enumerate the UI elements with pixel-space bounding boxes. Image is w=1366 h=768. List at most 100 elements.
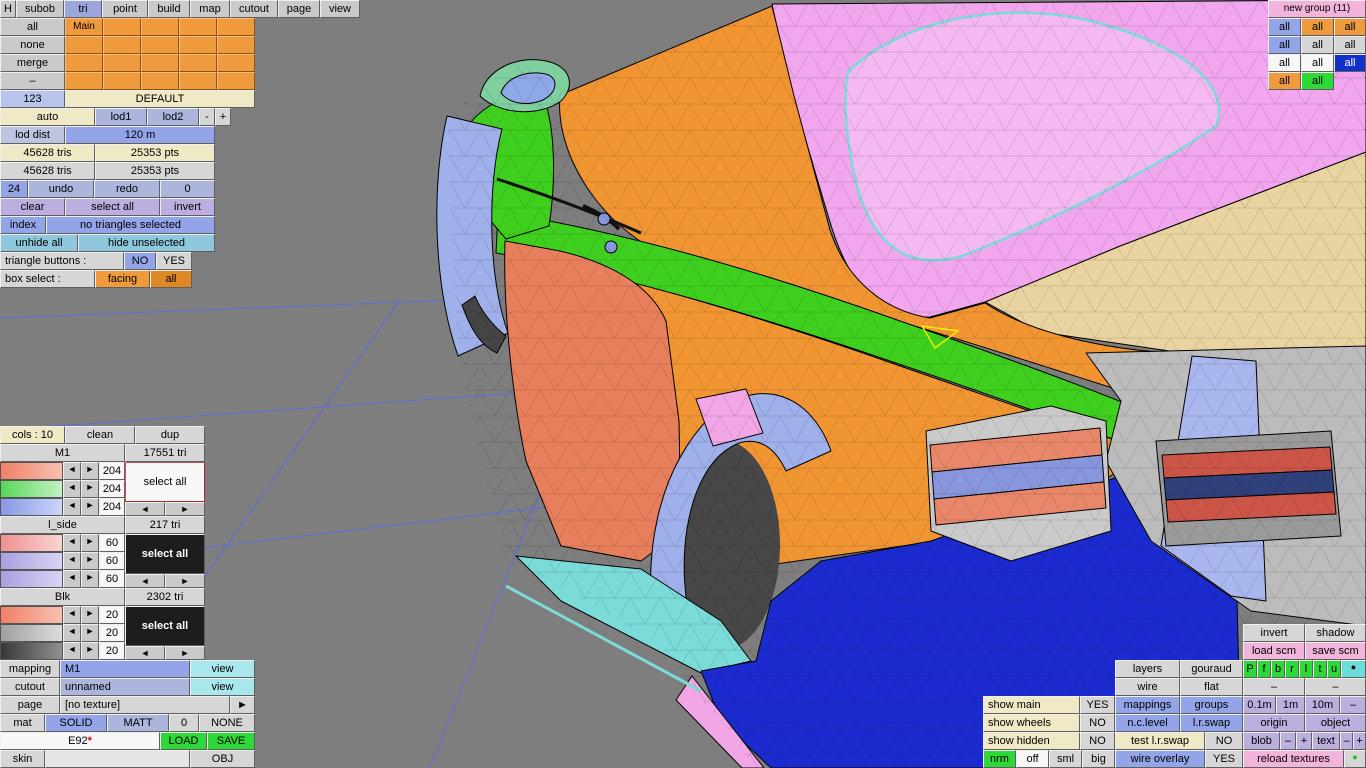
group-grid-cell[interactable]: [141, 54, 179, 72]
proj-letter-button[interactable]: l: [1299, 660, 1313, 678]
triangle-buttons-yes[interactable]: YES: [156, 252, 192, 270]
material-name[interactable]: Blk: [0, 588, 125, 606]
color-slot[interactable]: [0, 642, 63, 660]
material-name[interactable]: l_side: [0, 516, 125, 534]
group-grid-cell[interactable]: [217, 18, 255, 36]
hide-unselected-button[interactable]: hide unselected: [78, 234, 215, 252]
groups-all-button[interactable]: all: [0, 18, 65, 36]
color-slot[interactable]: [0, 480, 63, 498]
wire-overlay-toggle[interactable]: YES: [1205, 750, 1243, 768]
text-plus-button[interactable]: +: [1353, 732, 1366, 750]
group-all-button[interactable]: all: [1268, 36, 1301, 54]
save-scm-button[interactable]: save scm: [1305, 642, 1366, 660]
group-grid-cell[interactable]: [217, 72, 255, 90]
group-all-button[interactable]: all: [1268, 18, 1301, 36]
blob-minus-button[interactable]: –: [1280, 732, 1296, 750]
proj-letter-button[interactable]: b: [1271, 660, 1285, 678]
save-button[interactable]: SAVE: [207, 732, 255, 750]
shadow-button[interactable]: shadow: [1305, 624, 1366, 642]
group-grid-cell[interactable]: [141, 18, 179, 36]
group-all-button[interactable]: all: [1334, 18, 1366, 36]
lod-dist-value[interactable]: 120 m: [65, 126, 215, 144]
tab-build[interactable]: build: [148, 0, 190, 18]
group-grid-cell[interactable]: [65, 36, 103, 54]
mapping-view-button[interactable]: view: [190, 660, 255, 678]
groups-123-button[interactable]: 123: [0, 90, 65, 108]
text-label[interactable]: text: [1312, 732, 1340, 750]
text-minus-button[interactable]: –: [1340, 732, 1353, 750]
next-color-button[interactable]: ►: [81, 642, 99, 660]
prev-color-button[interactable]: ◄: [63, 570, 81, 588]
show-hidden-toggle[interactable]: NO: [1080, 732, 1115, 750]
group-grid-cell[interactable]: [217, 36, 255, 54]
unhide-all-button[interactable]: unhide all: [0, 234, 78, 252]
lod1-button[interactable]: lod1: [95, 108, 147, 126]
load-scm-button[interactable]: load scm: [1243, 642, 1305, 660]
material-select-all-button[interactable]: select all: [125, 534, 205, 574]
proj-letter-button[interactable]: f: [1257, 660, 1271, 678]
nrm-button[interactable]: nrm: [983, 750, 1016, 768]
clear-button[interactable]: clear: [0, 198, 65, 216]
layers-button[interactable]: layers: [1115, 660, 1180, 678]
index-button[interactable]: index: [0, 216, 46, 234]
groups-merge-button[interactable]: merge: [0, 54, 65, 72]
show-main-toggle[interactable]: YES: [1080, 696, 1115, 714]
box-select-all[interactable]: all: [150, 270, 192, 288]
clean-button[interactable]: clean: [65, 426, 135, 444]
object-button[interactable]: object: [1305, 714, 1366, 732]
cutout-view-button[interactable]: view: [190, 678, 255, 696]
group-all-button[interactable]: all: [1301, 72, 1334, 90]
default-group-label[interactable]: DEFAULT: [65, 90, 255, 108]
mapping-value[interactable]: M1: [60, 660, 190, 678]
group-all-button[interactable]: all: [1301, 18, 1334, 36]
page-next-button[interactable]: ►: [230, 696, 255, 714]
color-slot[interactable]: [0, 624, 63, 642]
group-grid-cell[interactable]: [65, 54, 103, 72]
proj-letter-button[interactable]: P: [1243, 660, 1257, 678]
prev-material-button[interactable]: ◄: [125, 646, 165, 660]
next-material-button[interactable]: ►: [165, 574, 205, 588]
prev-color-button[interactable]: ◄: [63, 462, 81, 480]
group-grid-cell[interactable]: [179, 54, 217, 72]
nrm-big-button[interactable]: big: [1082, 750, 1115, 768]
menu-h-button[interactable]: H: [0, 0, 16, 18]
groups-none-button[interactable]: none: [0, 36, 65, 54]
prev-color-button[interactable]: ◄: [63, 606, 81, 624]
tab-view[interactable]: view: [320, 0, 360, 18]
color-slot[interactable]: [0, 462, 63, 480]
tab-page[interactable]: page: [278, 0, 320, 18]
material-name[interactable]: M1: [0, 444, 125, 462]
proj-letter-button[interactable]: t: [1313, 660, 1327, 678]
group-all-button[interactable]: all: [1268, 54, 1301, 72]
group-all-button[interactable]: all: [1334, 36, 1366, 54]
triangle-buttons-no[interactable]: NO: [124, 252, 156, 270]
group-all-button[interactable]: all: [1301, 54, 1334, 72]
groups-button[interactable]: groups: [1180, 696, 1243, 714]
prev-color-button[interactable]: ◄: [63, 552, 81, 570]
tab-subob[interactable]: subob: [16, 0, 64, 18]
group-grid-cell[interactable]: [141, 72, 179, 90]
prev-material-button[interactable]: ◄: [125, 502, 165, 516]
material-select-all-button[interactable]: select all: [125, 606, 205, 646]
next-color-button[interactable]: ►: [81, 480, 99, 498]
group-grid-cell[interactable]: [103, 72, 141, 90]
next-color-button[interactable]: ►: [81, 552, 99, 570]
obj-button[interactable]: OBJ: [190, 750, 255, 768]
groups-dash-button[interactable]: –: [0, 72, 65, 90]
nrm-sml-button[interactable]: sml: [1049, 750, 1082, 768]
prev-color-button[interactable]: ◄: [63, 498, 81, 516]
proj-letter-button[interactable]: r: [1285, 660, 1299, 678]
color-slot[interactable]: [0, 534, 63, 552]
color-slot[interactable]: [0, 498, 63, 516]
scale-dash-button[interactable]: –: [1340, 696, 1366, 714]
group-grid-cell[interactable]: [217, 54, 255, 72]
material-select-all-button[interactable]: select all: [125, 462, 205, 502]
group-grid-cell[interactable]: [141, 36, 179, 54]
wire-overlay-label[interactable]: wire overlay: [1115, 750, 1205, 768]
invert-view-button[interactable]: invert: [1243, 624, 1305, 642]
select-all-button[interactable]: select all: [65, 198, 160, 216]
nc-level-button[interactable]: n.c.level: [1115, 714, 1180, 732]
group-grid-cell[interactable]: [179, 18, 217, 36]
scale-10m-button[interactable]: 10m: [1305, 696, 1340, 714]
scale-1m-button[interactable]: 1m: [1276, 696, 1305, 714]
